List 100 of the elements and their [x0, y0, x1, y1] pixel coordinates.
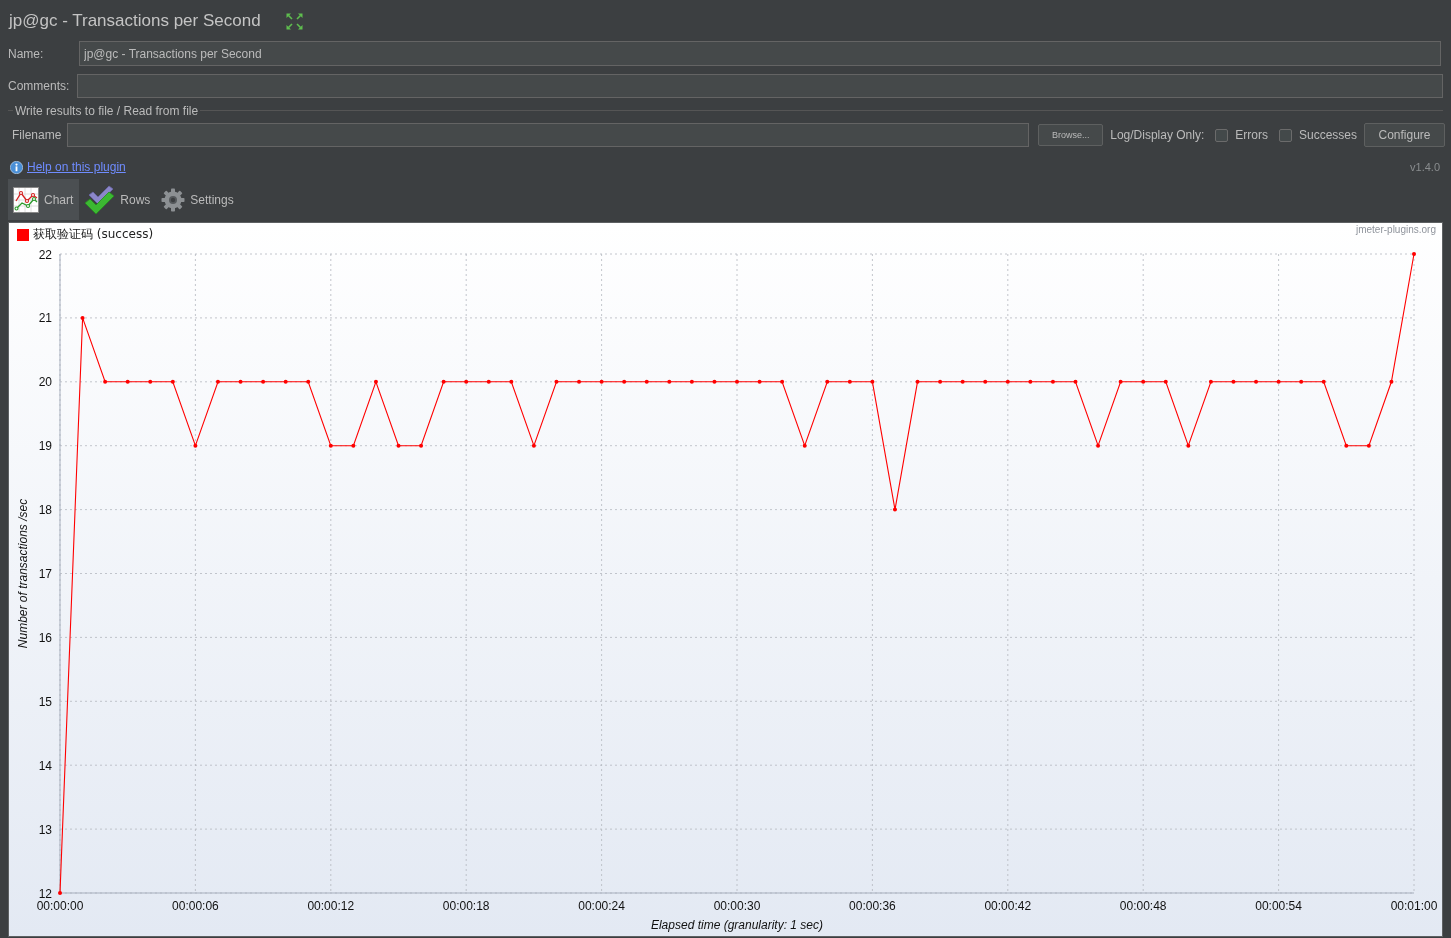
- data-point: [1276, 379, 1281, 384]
- data-point: [847, 379, 852, 384]
- x-tick-label: 00:00:24: [578, 899, 625, 913]
- data-point: [1208, 379, 1213, 384]
- data-point: [58, 891, 62, 895]
- version-label: v1.4.0: [1410, 161, 1440, 173]
- data-point: [870, 379, 875, 384]
- comments-label: Comments:: [8, 79, 71, 93]
- data-point: [396, 443, 401, 448]
- y-tick-label: 15: [38, 694, 52, 709]
- data-point: [486, 379, 491, 384]
- data-point: [80, 315, 85, 320]
- name-label: Name:: [8, 46, 45, 61]
- section-title: Write results to file / Read from file: [14, 103, 200, 118]
- data-point: [103, 379, 108, 384]
- configure-button[interactable]: Configure: [1364, 123, 1445, 147]
- log-display-label: Log/Display Only:: [1110, 128, 1205, 142]
- data-point: [148, 379, 153, 384]
- checkbox-label[interactable]: Errors: [1235, 128, 1268, 142]
- checkmark-icon: [84, 184, 116, 215]
- y-tick-label: 14: [38, 758, 52, 773]
- x-tick-label: 00:00:00: [36, 899, 84, 913]
- data-point: [667, 379, 672, 384]
- filename-label: Filename: [12, 128, 63, 142]
- data-point: [644, 379, 649, 384]
- data-point: [1028, 379, 1033, 384]
- filename-field[interactable]: [67, 123, 1030, 147]
- data-point: [983, 379, 988, 384]
- info-icon: [10, 160, 23, 174]
- data-point: [419, 443, 424, 448]
- browse-button[interactable]: Browse...: [1038, 124, 1104, 146]
- y-tick-label: 21: [38, 311, 52, 326]
- data-point: [1096, 443, 1101, 448]
- y-tick-label: 19: [38, 439, 52, 454]
- x-tick-label: 00:00:54: [1255, 899, 1302, 913]
- tab[interactable]: Settings: [156, 179, 240, 220]
- data-point: [373, 379, 378, 384]
- data-point: [757, 379, 762, 384]
- data-point: [1005, 379, 1010, 384]
- tab[interactable]: Chart: [8, 179, 80, 220]
- line-chart-icon: [13, 186, 39, 213]
- data-point: [509, 379, 514, 384]
- data-point: [215, 379, 220, 384]
- window-title: jp@gc - Transactions per Second: [9, 11, 261, 31]
- data-point: [689, 379, 694, 384]
- y-tick-label: 22: [38, 247, 52, 262]
- tab[interactable]: Rows: [79, 179, 157, 220]
- data-point: [599, 379, 604, 384]
- data-point: [622, 379, 627, 384]
- checkbox[interactable]: [1215, 128, 1229, 142]
- data-point: [802, 443, 807, 448]
- data-point: [238, 379, 243, 384]
- x-tick-label: 00:00:36: [849, 899, 896, 913]
- x-tick-label: 00:00:18: [442, 899, 490, 913]
- y-tick-label: 20: [38, 375, 52, 390]
- data-point: [1389, 379, 1394, 384]
- data-point: [712, 379, 717, 384]
- data-point: [1366, 443, 1371, 448]
- data-point: [960, 379, 965, 384]
- data-point: [441, 379, 446, 384]
- data-point: [1163, 379, 1168, 384]
- data-point: [938, 379, 943, 384]
- comments-field[interactable]: [77, 74, 1443, 98]
- legend-label: 获取验证码 (success): [33, 226, 154, 243]
- y-tick-label: 16: [38, 630, 52, 645]
- data-point: [1299, 379, 1304, 384]
- data-point: [1050, 379, 1055, 384]
- data-point: [1231, 379, 1236, 384]
- help-link[interactable]: Help on this plugin: [27, 160, 126, 174]
- checkbox[interactable]: [1278, 128, 1292, 142]
- y-tick-label: 18: [38, 503, 52, 518]
- data-point: [531, 443, 536, 448]
- data-point: [1344, 443, 1349, 448]
- data-point: [735, 379, 739, 384]
- data-point: [261, 379, 266, 384]
- credit-text: jmeter-plugins.org: [1355, 224, 1436, 235]
- data-point: [1073, 379, 1078, 384]
- x-tick-label: 00:00:30: [713, 899, 761, 913]
- settings-icon: [161, 187, 186, 212]
- data-point: [780, 379, 785, 384]
- checkbox-label[interactable]: Successes: [1298, 128, 1357, 142]
- y-axis-title: Number of transactions /sec: [16, 498, 30, 649]
- name-field[interactable]: jp@gc - Transactions per Second: [79, 41, 1441, 66]
- data-point: [1321, 379, 1326, 384]
- data-point: [306, 379, 311, 384]
- data-point: [328, 443, 333, 448]
- data-point: [1254, 379, 1259, 384]
- y-tick-label: 13: [38, 822, 52, 837]
- expand-icon[interactable]: [285, 12, 303, 30]
- x-tick-label: 00:01:00: [1390, 899, 1438, 913]
- data-point: [1412, 252, 1416, 256]
- data-point: [1118, 379, 1123, 384]
- data-point: [193, 443, 198, 448]
- y-tick-label: 17: [38, 567, 52, 581]
- data-point: [892, 507, 897, 512]
- x-axis-title: Elapsed time (granularity: 1 sec): [650, 918, 824, 932]
- data-point: [283, 379, 288, 384]
- data-point: [577, 379, 582, 384]
- data-point: [1186, 443, 1191, 448]
- x-tick-label: 00:00:42: [984, 899, 1032, 913]
